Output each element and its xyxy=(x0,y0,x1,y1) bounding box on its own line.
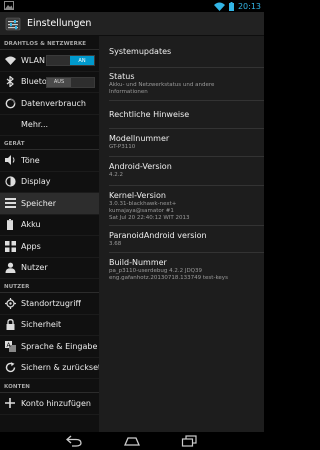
section-header-device: GERÄT xyxy=(0,136,99,150)
sidebar-item-more[interactable]: Mehr... xyxy=(0,115,99,136)
back-icon[interactable] xyxy=(66,435,82,447)
sidebar-item-label: Sprache & Eingabe xyxy=(21,341,98,351)
navigation-bar xyxy=(0,432,264,450)
sidebar-item-label: Display xyxy=(21,177,51,187)
sidebar-item-apps[interactable]: Apps xyxy=(0,236,99,258)
entry-subtitle-line: 4.2.2 xyxy=(109,172,123,178)
sidebar-item-backup[interactable]: Sichern & zurücksetzen xyxy=(0,358,99,379)
entry-status[interactable]: Status Akku- und Netzwerkstatus und ande… xyxy=(109,68,264,101)
sidebar-item-security[interactable]: Sicherheit xyxy=(0,315,99,336)
speaker-icon xyxy=(4,155,14,166)
sidebar-item-label: Speicher xyxy=(21,198,56,208)
battery-icon xyxy=(7,219,13,231)
entry-subtitle-line: eng.gafanhotz.20130718.133749 test-keys xyxy=(109,275,228,281)
entry-subtitle-line: 3.68 xyxy=(109,241,122,247)
entry-title: Modellnummer xyxy=(109,134,170,143)
toggle-state: AN xyxy=(70,56,94,65)
sidebar-item-sound[interactable]: Töne xyxy=(0,150,99,172)
entry-subtitle-line: 3.0.31-blackhawk-next+ xyxy=(109,201,177,207)
sidebar-item-users[interactable]: Nutzer xyxy=(0,258,99,279)
lock-icon xyxy=(6,319,14,331)
status-bar: 20:13 xyxy=(0,0,264,12)
entry-subtitle-line: Akku- und Netzwerkstatus und andere xyxy=(109,82,215,88)
sidebar-item-label: Sicherheit xyxy=(21,320,62,330)
apps-icon xyxy=(4,240,16,252)
entry-model-number: Modellnummer GT-P3110 xyxy=(109,129,264,157)
sidebar-item-display[interactable]: Display xyxy=(0,172,99,193)
sidebar-item-language[interactable]: A Sprache & Eingabe xyxy=(0,336,99,358)
recents-icon[interactable] xyxy=(181,435,197,447)
home-icon[interactable] xyxy=(124,435,140,447)
entry-title: Status xyxy=(109,72,135,81)
section-header-personal: NUTZER xyxy=(0,279,99,293)
entry-subtitle-line: GT-P3110 xyxy=(109,144,136,150)
sidebar-item-label: Akku xyxy=(21,220,41,230)
storage-icon xyxy=(4,198,16,209)
entry-legal-info[interactable]: Rechtliche Hinweise xyxy=(109,101,264,129)
language-icon: A xyxy=(4,340,16,352)
sidebar-item-data-usage[interactable]: Datenverbrauch xyxy=(0,93,99,115)
backup-icon xyxy=(5,362,15,373)
sidebar-item-battery[interactable]: Akku xyxy=(0,215,99,236)
sidebar-item-label: Konto hinzufügen xyxy=(21,398,91,408)
bluetooth-icon xyxy=(6,76,14,88)
section-header-accounts: KONTEN xyxy=(0,379,99,393)
entry-paranoid-version: ParanoidAndroid version 3.68 xyxy=(109,226,264,253)
settings-icon[interactable] xyxy=(5,16,21,32)
add-icon xyxy=(5,398,15,409)
entry-system-updates[interactable]: Systemupdates xyxy=(109,36,264,68)
entry-subtitle-line: pa_p3110-userdebug 4.2.2 JDQ39 xyxy=(109,268,203,274)
entry-kernel-version: Kernel-Version 3.0.31-blackhawk-next+ ku… xyxy=(109,186,264,226)
sidebar-item-bluetooth[interactable]: Bluetooth AUS xyxy=(0,72,99,93)
about-device-panel: Systemupdates Status Akku- und Netzwerks… xyxy=(99,36,264,432)
bluetooth-toggle[interactable]: AUS xyxy=(46,76,95,88)
status-time: 20:13 xyxy=(237,1,261,11)
entry-title: ParanoidAndroid version xyxy=(109,231,207,240)
entry-subtitle-line: kumajaya@samator #1 xyxy=(109,208,174,214)
entry-title: Kernel-Version xyxy=(109,191,166,200)
entry-title: Rechtliche Hinweise xyxy=(109,110,190,119)
entry-title: Build-Nummer xyxy=(109,258,167,267)
display-icon xyxy=(4,176,16,187)
settings-sidebar: DRAHTLOS & NETZWERKE WLAN AN Bluetooth A… xyxy=(0,36,99,432)
data-usage-icon xyxy=(5,98,15,109)
location-icon xyxy=(4,297,16,309)
page-title: Einstellungen xyxy=(27,18,92,29)
user-icon xyxy=(5,262,15,274)
entry-build-number[interactable]: Build-Nummer pa_p3110-userdebug 4.2.2 JD… xyxy=(109,253,264,293)
battery-icon xyxy=(228,1,234,11)
entry-android-version[interactable]: Android-Version 4.2.2 xyxy=(109,157,264,186)
sidebar-item-add-account[interactable]: Konto hinzufügen xyxy=(0,393,99,415)
wifi-icon xyxy=(213,2,225,11)
sidebar-item-label: Mehr... xyxy=(21,120,49,130)
sidebar-item-label: Standortzugriff xyxy=(21,298,81,308)
entry-title: Systemupdates xyxy=(109,47,172,56)
entry-subtitle-line: Sat Jul 20 22:40:12 WIT 2013 xyxy=(109,215,190,221)
sidebar-item-wlan[interactable]: WLAN AN xyxy=(0,50,99,72)
sidebar-item-label: Datenverbrauch xyxy=(21,98,86,108)
sidebar-item-location[interactable]: Standortzugriff xyxy=(0,293,99,315)
action-bar: Einstellungen xyxy=(0,12,264,36)
sidebar-item-label: Sichern & zurücksetzen xyxy=(21,363,99,373)
wifi-icon xyxy=(4,56,16,65)
section-header-wireless: DRAHTLOS & NETZWERKE xyxy=(0,36,99,50)
wlan-toggle[interactable]: AN xyxy=(46,55,95,66)
sidebar-item-label: Töne xyxy=(21,155,40,165)
sidebar-item-label: Nutzer xyxy=(21,263,48,273)
entry-title: Android-Version xyxy=(109,162,172,171)
sidebar-item-storage[interactable]: Speicher xyxy=(0,193,99,215)
toggle-state: AUS xyxy=(47,77,71,87)
sidebar-item-label: WLAN xyxy=(21,55,46,65)
image-notification-icon xyxy=(4,1,14,10)
entry-subtitle-line: Informationen xyxy=(109,89,148,95)
sidebar-item-label: Apps xyxy=(21,241,41,251)
